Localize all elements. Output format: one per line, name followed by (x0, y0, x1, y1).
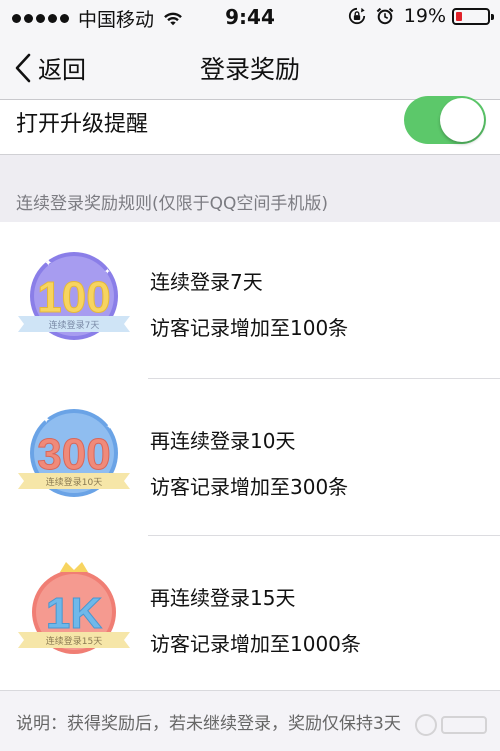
svg-text:✦: ✦ (104, 267, 111, 276)
navigation-bar: 返回 登录奖励 (0, 34, 500, 100)
svg-text:✦: ✦ (106, 422, 113, 431)
battery-icon (452, 7, 494, 25)
section-header: 连续登录奖励规则(仅限于QQ空间手机版) (0, 155, 500, 222)
rotation-lock-icon (348, 7, 365, 25)
badge-number: 1K (46, 589, 102, 638)
reward-title: 连续登录7天 (150, 270, 263, 294)
badge-300-icon: 300 连续登录10天 ✦ ✦ (14, 401, 134, 511)
battery-percent: 19% (403, 5, 446, 27)
footer-note-text: 说明：获得奖励后，若未继续登录，奖励仅保持3天 (16, 714, 401, 734)
reward-description: 访客记录增加至1000条 (150, 632, 361, 656)
badge-ribbon: 连续登录15天 (46, 635, 102, 647)
section-header-text: 连续登录奖励规则(仅限于QQ空间手机版) (16, 194, 329, 214)
upgrade-reminder-label: 打开升级提醒 (16, 112, 149, 137)
reward-title: 再连续登录10天 (150, 429, 296, 453)
badge-number: 300 (37, 430, 110, 479)
page-title: 登录奖励 (199, 55, 300, 84)
status-bar: 中国移动 9:44 19% (0, 0, 500, 34)
badge-1k-icon: 1K 连续登录15天 (14, 558, 134, 668)
reward-list: 100 连续登录7天 ✦ ✦ 连续登录7天 访客记录增加至100条 300 连续… (0, 222, 500, 690)
reward-item: 1K 连续登录15天 再连续登录15天 访客记录增加至1000条 (0, 536, 500, 693)
reward-title: 再连续登录15天 (150, 586, 296, 610)
reward-item: 300 连续登录10天 ✦ ✦ 再连续登录10天 访客记录增加至300条 (0, 379, 500, 536)
badge-100-icon: 100 连续登录7天 ✦ ✦ (14, 244, 134, 354)
reward-description: 访客记录增加至300条 (150, 475, 349, 499)
reward-description: 访客记录增加至100条 (150, 316, 349, 340)
badge-number: 100 (37, 273, 110, 322)
toggle-knob (440, 98, 484, 142)
watermark-icon (415, 714, 487, 736)
upgrade-reminder-row: 打开升级提醒 (0, 96, 500, 155)
alarm-clock-icon (376, 7, 394, 25)
svg-text:✦: ✦ (42, 415, 50, 426)
svg-text:✦: ✦ (44, 258, 52, 269)
upgrade-reminder-toggle[interactable] (404, 96, 486, 144)
badge-ribbon: 连续登录7天 (49, 319, 100, 331)
reward-item: 100 连续登录7天 ✦ ✦ 连续登录7天 访客记录增加至100条 (0, 222, 500, 379)
status-right: 19% (348, 5, 494, 27)
badge-ribbon: 连续登录10天 (46, 476, 102, 488)
